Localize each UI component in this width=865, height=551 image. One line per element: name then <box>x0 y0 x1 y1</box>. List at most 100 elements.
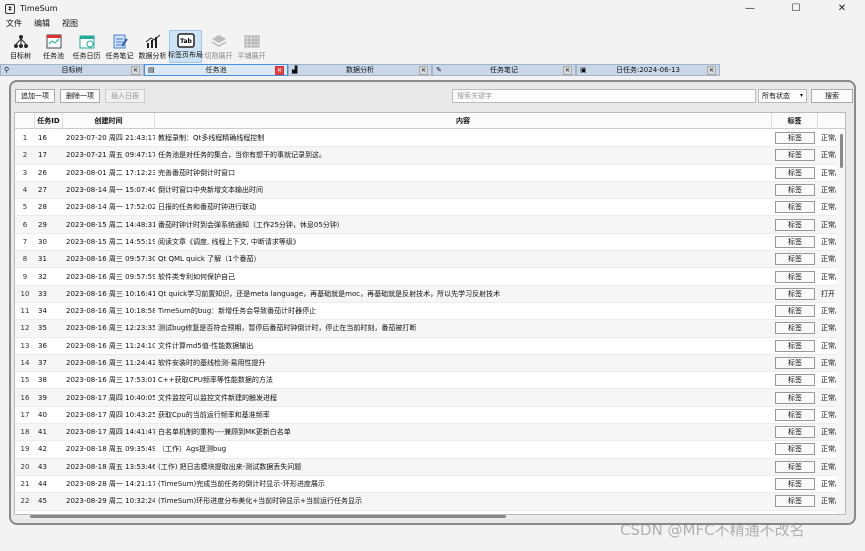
menu-file[interactable]: 文件 <box>0 18 28 29</box>
insert-daily-report-button[interactable]: 插入日报 <box>105 89 145 103</box>
menu-view[interactable]: 视图 <box>56 18 84 29</box>
toolbar-tab-layout-button[interactable]: Tab 标签页布局 <box>168 30 203 63</box>
tag-button[interactable]: 标签 <box>775 270 815 283</box>
content-cell[interactable]: 白名单机制的重构----兼顾到MK更新白名单 <box>155 427 772 437</box>
tab-goal-tree[interactable]: ⚲ 目标树 ✕ <box>0 64 144 76</box>
search-button[interactable]: 搜索 <box>811 89 853 103</box>
tag-button[interactable]: 标签 <box>775 149 815 162</box>
table-row[interactable]: 9 32 2023-08-16 周三 09:57:59 软件类专利如何保护自己 标签 正常… <box>15 268 845 286</box>
table-row[interactable]: 8 31 2023-08-16 周三 09:57:30 Qt QML quick 了解… <box>15 251 845 269</box>
content-cell[interactable]: Qt quick学习前置知识，还是meta language，再基础就是moc，… <box>155 289 772 299</box>
content-cell[interactable]: 番茄时钟计时到会弹系统通知（工作25分钟，休息05分钟） <box>155 220 772 230</box>
table-row[interactable]: 20 43 2023-08-18 周五 13:53:46 (工作) 把日志模块提取出来… <box>15 458 845 476</box>
tag-button[interactable]: 标签 <box>775 218 815 231</box>
horizontal-scroll-thumb[interactable] <box>30 515 506 518</box>
tag-button[interactable]: 标签 <box>775 460 815 473</box>
content-cell[interactable]: 获取Cpu的当前运行频率和基准频率 <box>155 410 772 420</box>
tag-button[interactable]: 标签 <box>775 201 815 214</box>
table-row[interactable]: 5 28 2023-08-14 周一 17:52:02 日报的任务和番茄时钟进行联动标… <box>15 199 845 217</box>
content-cell[interactable]: (TimeSum)完成当前任务的倒计时显示-环形进度展示 <box>155 479 772 489</box>
content-cell[interactable]: 完善番茄时钟倒计时窗口 <box>155 168 772 178</box>
tag-button[interactable]: 标签 <box>775 253 815 266</box>
content-cell[interactable]: 阅读文章《调度, 线程上下文, 中断请求等级》 <box>155 237 772 247</box>
tag-button[interactable]: 标签 <box>775 495 815 508</box>
remove-item-button[interactable]: 删除一项 <box>60 89 100 103</box>
table-row[interactable]: 1 16 2023-07-20 周四 21:43:17 教程录制：Qt多线程精确线程控… <box>15 130 845 148</box>
table-row[interactable]: 18 41 2023-08-17 周四 14:41:47 白名单机制的重构----兼顾… <box>15 424 845 442</box>
tag-button[interactable]: 标签 <box>775 166 815 179</box>
id-column-header[interactable]: 任务ID <box>35 113 63 129</box>
tab-task-pool[interactable]: ▤ 任务池 ✕ <box>144 64 288 76</box>
table-row[interactable]: 13 36 2023-08-16 周三 11:24:10 文件计算md5值-性能数据输… <box>15 338 845 355</box>
content-cell[interactable]: 文件监控可以监控文件新建的触发进程 <box>155 393 772 403</box>
toolbar-split-expand-button[interactable]: 切割展开 <box>202 30 235 63</box>
content-cell[interactable]: (工作) 把日志模块提取出来-测试数据丢失问题 <box>155 462 772 472</box>
content-cell[interactable]: (TimeSum)环形进度分布美化+当前时钟显示+当前运行任务显示 <box>155 496 772 506</box>
tab-daily-task[interactable]: ▣ 日任务:2024-06-13 ✕ <box>576 64 720 76</box>
close-icon[interactable]: ✕ <box>419 66 428 75</box>
table-row[interactable]: 10 33 2023-08-16 周三 10:16:41 Qt quick学习前置知识… <box>15 285 845 303</box>
toolbar-tile-expand-button[interactable]: 平铺展开 <box>235 30 268 63</box>
close-icon[interactable]: ✕ <box>563 66 572 75</box>
tag-column-header[interactable]: 标签 <box>772 113 818 129</box>
vertical-scrollbar[interactable] <box>836 130 845 514</box>
close-icon[interactable]: ✕ <box>131 66 140 75</box>
content-cell[interactable]: （工作）Ags提测bug <box>155 444 772 454</box>
table-row[interactable]: 17 40 2023-08-17 周四 10:43:25 获取Cpu的当前运行频率和基… <box>15 407 845 425</box>
menu-edit[interactable]: 编辑 <box>28 18 56 29</box>
table-row[interactable]: 6 29 2023-08-15 周二 14:48:31 番茄时钟计时到会弹系统通知（工… <box>15 216 845 234</box>
content-cell[interactable]: TimeSum的bug：新增任务会导致番茄计时器停止 <box>155 306 772 316</box>
tag-button[interactable]: 标签 <box>775 322 815 335</box>
table-row[interactable]: 22 45 2023-08-29 周二 10:32:24 (TimeSum)环形进度分… <box>15 493 845 511</box>
minimize-button[interactable]: — <box>727 0 773 17</box>
table-row[interactable]: 21 44 2023-08-28 周一 14:21:17 (TimeSum)完成当前任… <box>15 476 845 494</box>
table-row[interactable]: 16 39 2023-08-17 周四 10:40:05 文件监控可以监控文件新建的触… <box>15 389 845 407</box>
content-cell[interactable]: 软件类专利如何保护自己 <box>155 272 772 282</box>
status-filter-select[interactable]: 所有状态 ▾ <box>758 89 807 103</box>
tag-button[interactable]: 标签 <box>775 478 815 491</box>
content-cell[interactable]: 测试bug修复是否符合预期，暂停后番茄时钟倒计时，停止在当前时刻，番茄被打断 <box>155 323 772 333</box>
tag-button[interactable]: 标签 <box>775 305 815 318</box>
content-cell[interactable]: 教程录制：Qt多线程精确线程控制 <box>155 133 772 143</box>
tab-task-notes[interactable]: ✎ 任务笔记 ✕ <box>432 64 576 76</box>
table-row[interactable]: 15 38 2023-08-16 周三 17:53:01 C++获取CPU频率等性能数… <box>15 372 845 390</box>
tab-data-analysis[interactable]: ▟ 数据分析 ✕ <box>288 64 432 76</box>
table-row[interactable]: 19 42 2023-08-18 周五 09:35:49 （工作）Ags提测bug 标签… <box>15 441 845 459</box>
table-row[interactable]: 7 30 2023-08-15 周二 14:55:19 阅读文章《调度, 线程上下文,… <box>15 234 845 252</box>
toolbar-task-pool-button[interactable]: 任务池 <box>37 30 70 63</box>
table-row[interactable]: 11 34 2023-08-16 周三 10:18:58 TimeSum的bug：新增… <box>15 303 845 321</box>
close-button[interactable]: ✕ <box>819 0 865 17</box>
toolbar-calendar-button[interactable]: 任务日历 <box>70 30 103 63</box>
search-input[interactable]: 搜索关键字 <box>452 89 756 103</box>
table-row[interactable]: 4 27 2023-08-14 周一 15:07:40 倒计时窗口中央新增文本输出时间… <box>15 181 845 200</box>
content-cell[interactable]: C++获取CPU频率等性能数据的方法 <box>155 375 772 385</box>
tag-button[interactable]: 标签 <box>775 443 815 456</box>
close-icon[interactable]: ✕ <box>707 66 716 75</box>
content-cell[interactable]: 日报的任务和番茄时钟进行联动 <box>155 202 772 212</box>
content-column-header[interactable]: 内容 <box>155 113 772 129</box>
tag-button[interactable]: 标签 <box>775 408 815 421</box>
vertical-scroll-thumb[interactable] <box>840 134 843 168</box>
table-row[interactable]: 3 26 2023-08-01 周二 17:12:23 完善番茄时钟倒计时窗口 标签 正常… <box>15 165 845 182</box>
content-cell[interactable]: Qt QML quick 了解（1个番茄） <box>155 254 772 264</box>
tag-button[interactable]: 标签 <box>775 426 815 439</box>
table-row[interactable]: 2 17 2023-07-21 周五 09:47:17 任务池是对任务的集合，当你有想… <box>15 147 845 165</box>
tag-button[interactable]: 标签 <box>775 374 815 387</box>
table-row[interactable]: 12 35 2023-08-16 周三 12:23:35 测试bug修复是否符合预期，… <box>15 320 845 338</box>
content-cell[interactable]: 倒计时窗口中央新增文本输出时间 <box>155 185 772 195</box>
table-row[interactable]: 14 37 2023-08-16 周三 11:24:42 软件安装时的基线检测-易用性… <box>15 354 845 373</box>
tag-button[interactable]: 标签 <box>775 132 815 145</box>
tag-button[interactable]: 标签 <box>775 357 815 369</box>
close-icon[interactable]: ✕ <box>275 66 284 75</box>
tag-button[interactable]: 标签 <box>775 339 815 352</box>
tag-button[interactable]: 标签 <box>775 391 815 404</box>
content-cell[interactable]: 任务池是对任务的集合，当你有想干的事就记录到这。 <box>155 150 772 160</box>
add-item-button[interactable]: 追加一项 <box>15 89 55 103</box>
content-cell[interactable]: 文件计算md5值-性能数据输出 <box>155 341 772 351</box>
toolbar-goal-tree-button[interactable]: 目标树 <box>4 30 37 63</box>
toolbar-notes-button[interactable]: 任务笔记 <box>103 30 136 63</box>
toolbar-data-analysis-button[interactable]: 数据分析 <box>136 30 169 63</box>
time-column-header[interactable]: 创建时间 <box>63 113 155 129</box>
tag-button[interactable]: 标签 <box>775 287 815 300</box>
tag-button[interactable]: 标签 <box>775 235 815 248</box>
